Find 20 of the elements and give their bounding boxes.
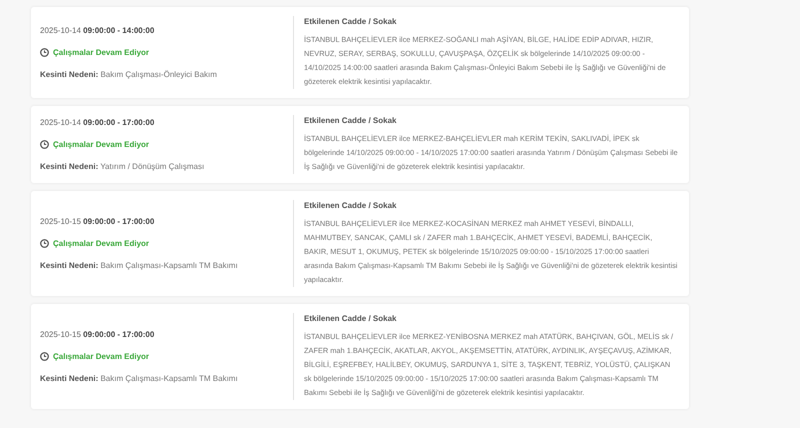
section-heading: Etkilenen Cadde / Sokak [304,313,398,325]
clock-icon [40,140,49,149]
status-text: Çalışmalar Devam Ediyor [53,350,150,362]
date-time: 2025-10-14 09:00:00 - 14:00:00 [40,24,156,36]
clock-icon [40,352,49,361]
section-heading: Etkilenen Cadde / Sokak [304,115,398,127]
clock-icon [40,48,49,57]
outage-reason: Kesinti Nedeni: Bakım Çalışması-Önleyici Bakım [40,68,218,80]
outage-reason: Kesinti Nedeni: Yatırım / Dönüşüm Çalışması [40,160,206,172]
section-heading: Etkilenen Cadde / Sokak [304,16,398,28]
section-heading: Etkilenen Cadde / Sokak [304,200,398,212]
date-time: 2025-10-14 09:00:00 - 17:00:00 [40,116,156,128]
status-text: Çalışmalar Devam Ediyor [53,238,150,250]
outage-reason: Kesinti Nedeni: Bakım Çalışması-Kapsamlı TM Bakımı [40,372,239,384]
outage-reason: Kesinti Nedeni: Bakım Çalışması-Kapsamlı TM Bakımı [40,260,239,272]
clock-icon [40,239,49,248]
date-time: 2025-10-15 09:00:00 - 17:00:00 [40,216,156,228]
date-time: 2025-10-15 09:00:00 - 17:00:00 [40,328,156,340]
status-text: Çalışmalar Devam Ediyor [53,138,150,150]
status-text: Çalışmalar Devam Ediyor [53,46,150,58]
